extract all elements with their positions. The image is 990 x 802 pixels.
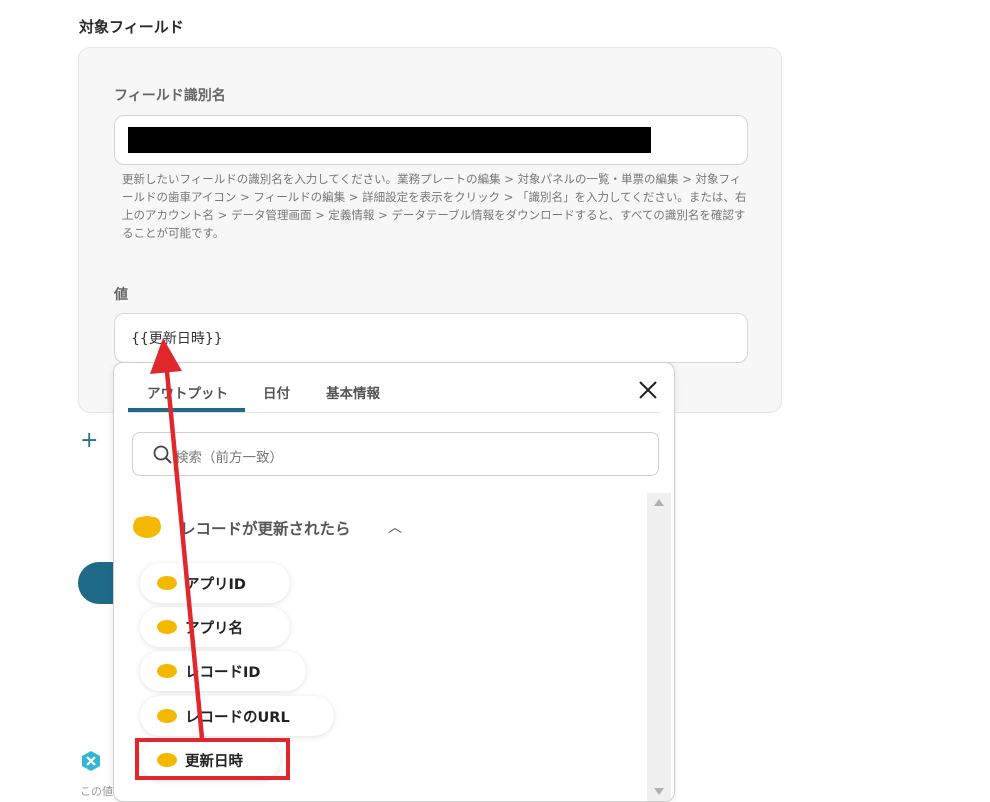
scrollbar[interactable] [647, 493, 671, 801]
chevron-up-icon[interactable]: ︿ [388, 517, 402, 537]
value-label: 値 [114, 287, 128, 303]
kintone-icon [157, 664, 177, 678]
tab-date[interactable]: 日付 [263, 382, 290, 402]
annotation-highlight-box [135, 738, 290, 780]
search-placeholder: 検索（前方一致） [175, 450, 283, 466]
add-icon[interactable]: + [80, 428, 98, 453]
tab-output[interactable]: アウトプット [147, 382, 228, 402]
tab-divider [128, 412, 660, 413]
output-item-label: レコードID [185, 665, 261, 681]
scroll-down-icon[interactable] [654, 788, 664, 795]
field-id-help: 更新したいフィールドの識別名を入力してください。業務プレートの編集 > 対象パネ… [122, 172, 747, 240]
kintone-icon [157, 576, 177, 590]
output-item-app-id[interactable]: アプリID [140, 563, 290, 603]
output-item-label: レコードのURL [185, 710, 290, 726]
bottom-hint: この値 [80, 785, 113, 798]
output-item-label: アプリID [185, 577, 246, 593]
search-input[interactable]: 検索（前方一致） [132, 432, 659, 476]
kintone-icon [133, 516, 161, 538]
trigger-group-header[interactable]: レコードが更新されたら ︿ [132, 513, 452, 541]
section-title: 対象フィールド [79, 18, 184, 36]
search-icon [153, 445, 172, 464]
output-item-record-url[interactable]: レコードのURL [140, 696, 334, 736]
output-item-record-id[interactable]: レコードID [140, 651, 306, 691]
output-picker-popover: アウトプット 日付 基本情報 検索（前方一致） レコードが更新されたら ︿ アプ… [113, 362, 675, 802]
value-input[interactable]: {{更新日時}} [114, 313, 748, 363]
group-label: レコードが更新されたら [180, 520, 351, 538]
close-icon[interactable] [635, 377, 661, 403]
x-badge-icon [82, 751, 100, 771]
field-id-input[interactable] [114, 115, 748, 165]
output-item-label: アプリ名 [185, 621, 243, 637]
kintone-icon [157, 620, 177, 634]
scroll-up-icon[interactable] [654, 499, 664, 506]
value-input-text: {{更新日時}} [131, 331, 223, 347]
field-id-label: フィールド識別名 [114, 88, 226, 104]
redacted-value [128, 127, 651, 153]
tab-basic-info[interactable]: 基本情報 [326, 382, 380, 402]
output-item-app-name[interactable]: アプリ名 [140, 607, 290, 647]
kintone-icon [157, 709, 177, 723]
